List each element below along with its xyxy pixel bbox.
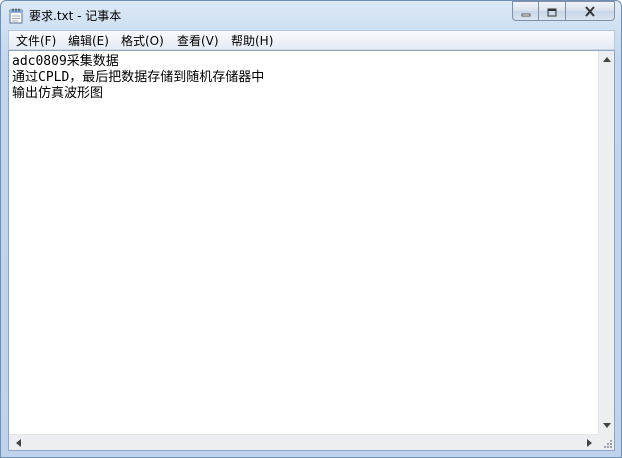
text-line: 输出仿真波形图 [12,86,104,101]
arrow-up-icon[interactable] [599,51,615,67]
menu-edit[interactable]: 编辑(E) [68,33,109,49]
vertical-scrollbar[interactable] [598,51,614,434]
horizontal-scrollbar[interactable] [9,434,598,450]
arrow-down-icon[interactable] [599,417,615,433]
notepad-window: 要求.txt - 记事本 文件(F) 编辑(E) 格式(O) 查看(V) 帮助(… [0,0,622,458]
text-editor[interactable]: adc0809采集数据 通过CPLD，最后把数据存储到随机存储器中 输出仿真波形… [9,51,598,434]
minimize-icon [521,2,531,21]
arrow-left-icon[interactable] [10,435,26,451]
close-icon [584,2,596,21]
arrow-right-icon[interactable] [581,435,597,451]
menu-format[interactable]: 格式(O) [121,33,164,49]
size-grip-icon[interactable] [598,434,614,450]
text-line: adc0809采集数据 [12,54,119,69]
maximize-icon [547,2,557,21]
menu-view[interactable]: 查看(V) [177,33,219,49]
window-title: 要求.txt - 记事本 [29,9,122,23]
notepad-icon[interactable] [9,8,23,24]
title-bar[interactable]: 要求.txt - 记事本 [1,1,621,31]
close-button[interactable] [566,1,615,21]
menu-bar: 文件(F) 编辑(E) 格式(O) 查看(V) 帮助(H) [8,30,615,50]
menu-help[interactable]: 帮助(H) [231,33,273,49]
menu-file[interactable]: 文件(F) [16,33,56,49]
client-area: adc0809采集数据 通过CPLD，最后把数据存储到随机存储器中 输出仿真波形… [8,50,615,451]
minimize-button[interactable] [512,1,539,21]
maximize-button[interactable] [539,1,566,21]
text-line: 通过CPLD，最后把数据存储到随机存储器中 [12,70,265,85]
